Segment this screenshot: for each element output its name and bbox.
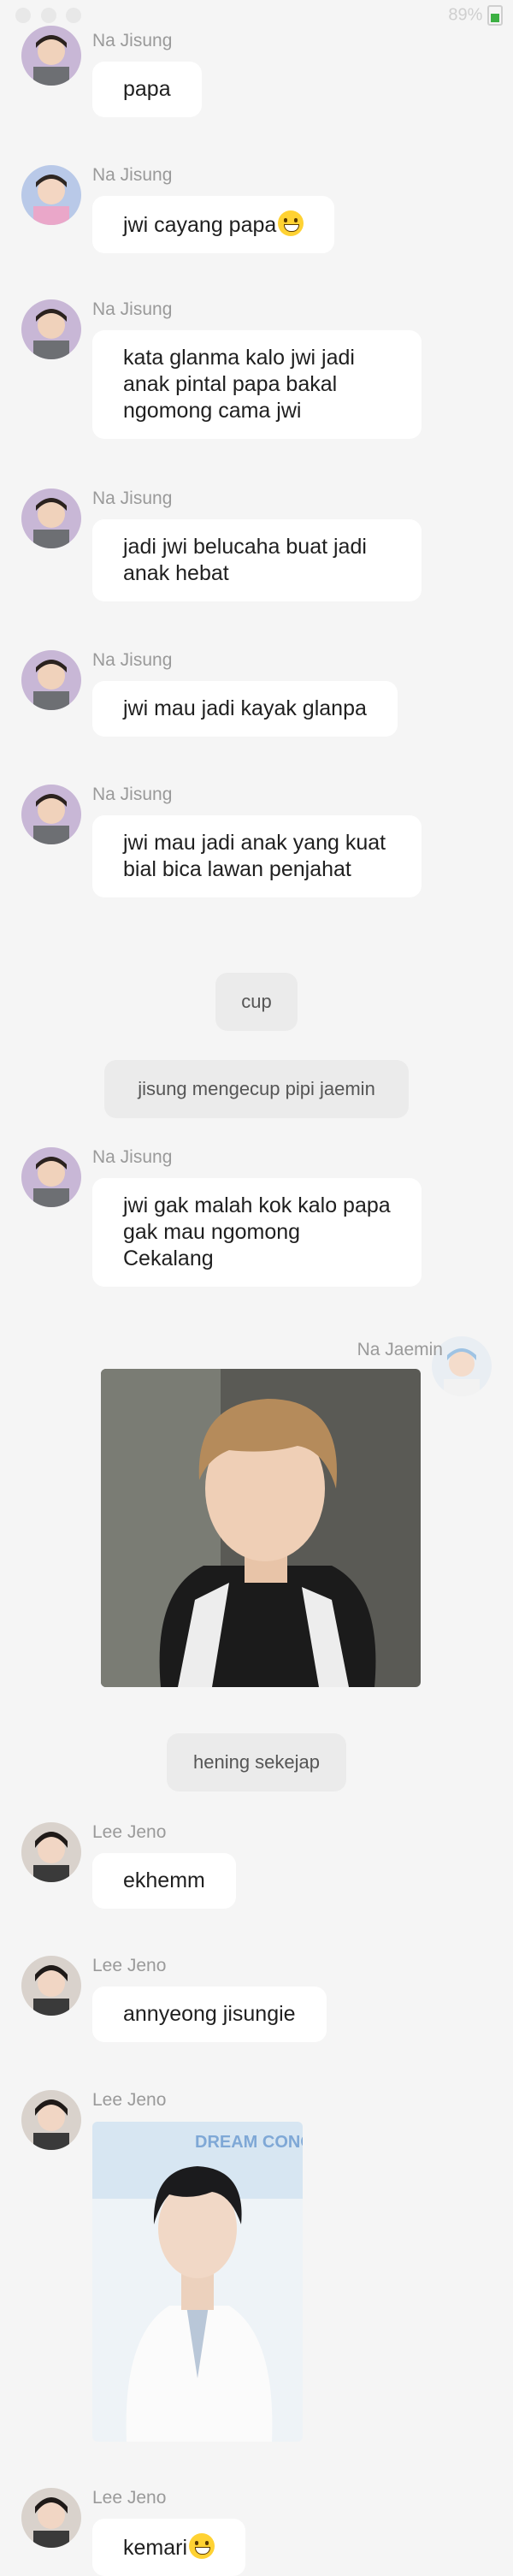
battery-percent: 89% bbox=[448, 5, 483, 25]
avatar[interactable] bbox=[21, 650, 81, 710]
narration-label: cup bbox=[215, 973, 298, 1031]
message-text: jwi cayang papa bbox=[123, 213, 277, 237]
sender-name: Na Jisung bbox=[92, 165, 173, 185]
sender-name: Na Jaemin bbox=[357, 1340, 443, 1359]
message-bubble[interactable]: jwi mau jadi anak yang kuat bial bica la… bbox=[92, 815, 422, 897]
avatar[interactable] bbox=[21, 1147, 81, 1207]
notification-icon bbox=[66, 7, 82, 23]
battery-icon bbox=[487, 5, 503, 26]
message-bubble[interactable]: papa bbox=[92, 62, 202, 117]
photo-banner-text: DREAM CONCERT bbox=[195, 2133, 303, 2152]
avatar[interactable] bbox=[21, 165, 81, 225]
message-bubble[interactable]: kata glanma kalo jwi jadi anak pintal pa… bbox=[92, 330, 422, 439]
message-bubble[interactable]: jwi gak malah kok kalo papa gak mau ngom… bbox=[92, 1178, 422, 1287]
avatar[interactable] bbox=[21, 2090, 81, 2150]
message-bubble[interactable]: jadi jwi belucaha buat jadi anak hebat bbox=[92, 519, 422, 601]
notification-icon bbox=[40, 7, 56, 23]
photo-message[interactable]: DREAM CONCERT bbox=[92, 2122, 303, 2442]
grinning-face-icon bbox=[189, 2533, 215, 2559]
photo-message[interactable] bbox=[101, 1369, 421, 1687]
narration-label: hening sekejap bbox=[167, 1733, 346, 1791]
sender-name: Lee Jeno bbox=[92, 1822, 167, 1842]
narration-label: jisung mengecup pipi jaemin bbox=[104, 1060, 409, 1118]
status-bar: 89% bbox=[0, 0, 513, 34]
sender-name: Na Jisung bbox=[92, 31, 173, 50]
sender-name: Na Jisung bbox=[92, 299, 173, 319]
sender-name: Lee Jeno bbox=[92, 2488, 167, 2508]
message-text: kemari bbox=[123, 2536, 188, 2560]
message-bubble[interactable]: jwi mau jadi kayak glanpa bbox=[92, 681, 398, 737]
sender-name: Na Jisung bbox=[92, 785, 173, 804]
sender-name: Na Jisung bbox=[92, 489, 173, 508]
avatar[interactable] bbox=[21, 299, 81, 359]
message-bubble[interactable]: annyeong jisungie bbox=[92, 1987, 327, 2042]
avatar[interactable] bbox=[21, 785, 81, 844]
message-bubble[interactable]: kemari bbox=[92, 2519, 246, 2576]
avatar[interactable] bbox=[21, 489, 81, 548]
message-bubble[interactable]: jwi cayang papa bbox=[92, 196, 335, 253]
avatar[interactable] bbox=[21, 26, 81, 86]
avatar[interactable] bbox=[21, 2488, 81, 2548]
sender-name: Lee Jeno bbox=[92, 1956, 167, 1975]
avatar[interactable] bbox=[21, 1956, 81, 2016]
avatar[interactable] bbox=[21, 1822, 81, 1882]
status-left bbox=[10, 5, 82, 25]
status-right: 89% bbox=[448, 5, 503, 26]
notification-icon bbox=[15, 7, 31, 23]
grinning-face-icon bbox=[278, 210, 304, 236]
sender-name: Na Jisung bbox=[92, 1147, 173, 1167]
sender-name: Na Jisung bbox=[92, 650, 173, 670]
message-bubble[interactable]: ekhemm bbox=[92, 1853, 236, 1909]
sender-name: Lee Jeno bbox=[92, 2090, 167, 2110]
